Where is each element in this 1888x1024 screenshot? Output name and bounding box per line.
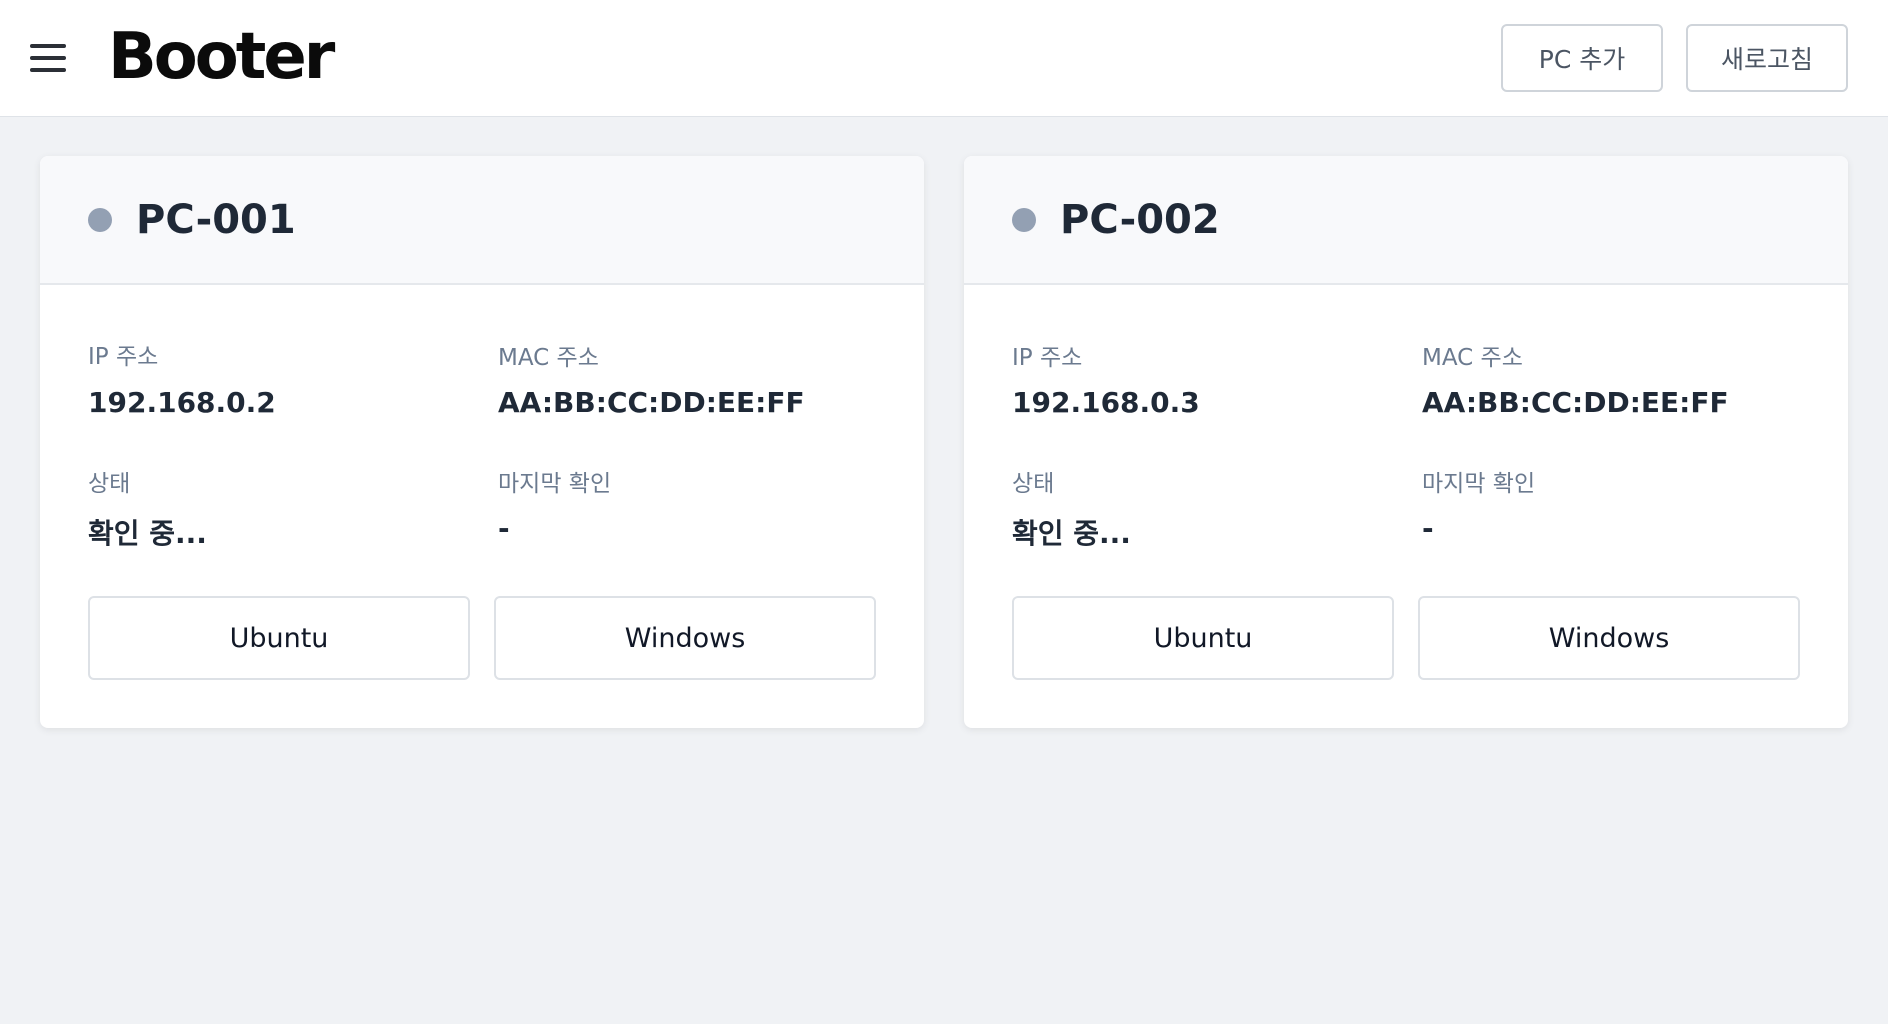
app-header: Booter PC 추가 새로고침 [0,0,1888,117]
last-checked-label: 마지막 확인 [1422,471,1536,497]
menu-line [30,68,66,72]
boot-windows-button[interactable]: Windows [494,596,876,680]
boot-windows-button[interactable]: Windows [1418,596,1800,680]
add-pc-button[interactable]: PC 추가 [1501,24,1663,92]
ip-label: IP 주소 [88,344,159,370]
ip-value: 192.168.0.2 [88,386,276,419]
logo-text: Booter [108,20,335,94]
last-checked-label: 마지막 확인 [498,471,612,497]
status-dot-icon [1012,208,1036,232]
mac-label: MAC 주소 [498,345,599,371]
pc-card-header: PC-002 [964,156,1848,285]
hamburger-menu-icon[interactable] [28,40,68,76]
status-dot-icon [88,208,112,232]
pc-name: PC-002 [1060,197,1220,243]
boot-ubuntu-button[interactable]: Ubuntu [1012,596,1394,680]
mac-value: AA:BB:CC:DD:EE:FF [498,386,805,419]
mac-label: MAC 주소 [1422,345,1523,371]
last-checked-value: - [1422,512,1434,545]
status-label: 상태 [88,471,131,497]
status-value: 확인 중... [88,517,207,550]
last-checked-value: - [498,512,510,545]
menu-line [30,44,66,48]
menu-line [30,56,66,60]
refresh-button[interactable]: 새로고침 [1686,24,1848,92]
ip-value: 192.168.0.3 [1012,386,1200,419]
mac-value: AA:BB:CC:DD:EE:FF [1422,386,1729,419]
pc-card-header: PC-001 [40,156,924,285]
ip-label: IP 주소 [1012,345,1083,371]
status-label: 상태 [1012,471,1055,497]
app-logo: Booter [108,20,335,94]
pc-name: PC-001 [136,197,296,243]
status-value: 확인 중... [1012,517,1131,550]
boot-ubuntu-button[interactable]: Ubuntu [88,596,470,680]
